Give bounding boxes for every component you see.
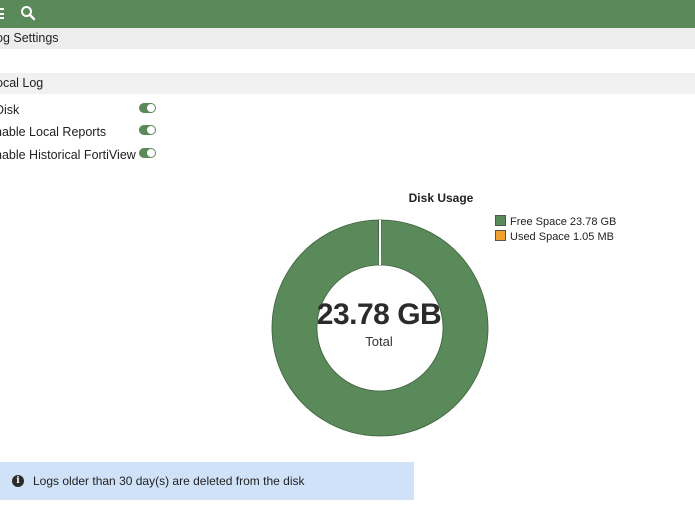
legend-item-used[interactable]: Used Space 1.05 MB [495,230,616,245]
chart-title: Disk Usage [408,191,474,205]
disk-label: Disk [0,103,20,117]
legend-label-used: Used Space 1.05 MB [510,231,614,243]
search-icon[interactable] [20,5,36,21]
disk-toggle[interactable] [139,103,156,113]
top-bar [0,0,695,28]
historical-fortiview-toggle[interactable] [139,148,156,158]
local-reports-label: nable Local Reports [0,125,107,139]
legend-label-free: Free Space 23.78 GB [510,216,617,228]
legend-swatch-used [495,230,506,241]
historical-fortiview-label: nable Historical FortiView [0,148,136,162]
local-log-header: ocal Log [0,73,695,94]
legend-swatch-free [495,215,506,226]
info-icon: i [12,475,24,487]
local-reports-toggle[interactable] [139,125,156,135]
total-label: Total [365,334,393,349]
log-settings-header: og Settings [0,28,695,49]
legend-item-free[interactable]: Free Space 23.78 GB [495,215,616,230]
chart-legend: Free Space 23.78 GB Used Space 1.05 MB [495,215,616,245]
total-value: 23.78 GB [316,298,442,331]
menu-icon[interactable] [0,8,4,19]
info-banner: i Logs older than 30 day(s) are deleted … [0,462,414,500]
info-banner-text: Logs older than 30 day(s) are deleted fr… [33,474,305,488]
